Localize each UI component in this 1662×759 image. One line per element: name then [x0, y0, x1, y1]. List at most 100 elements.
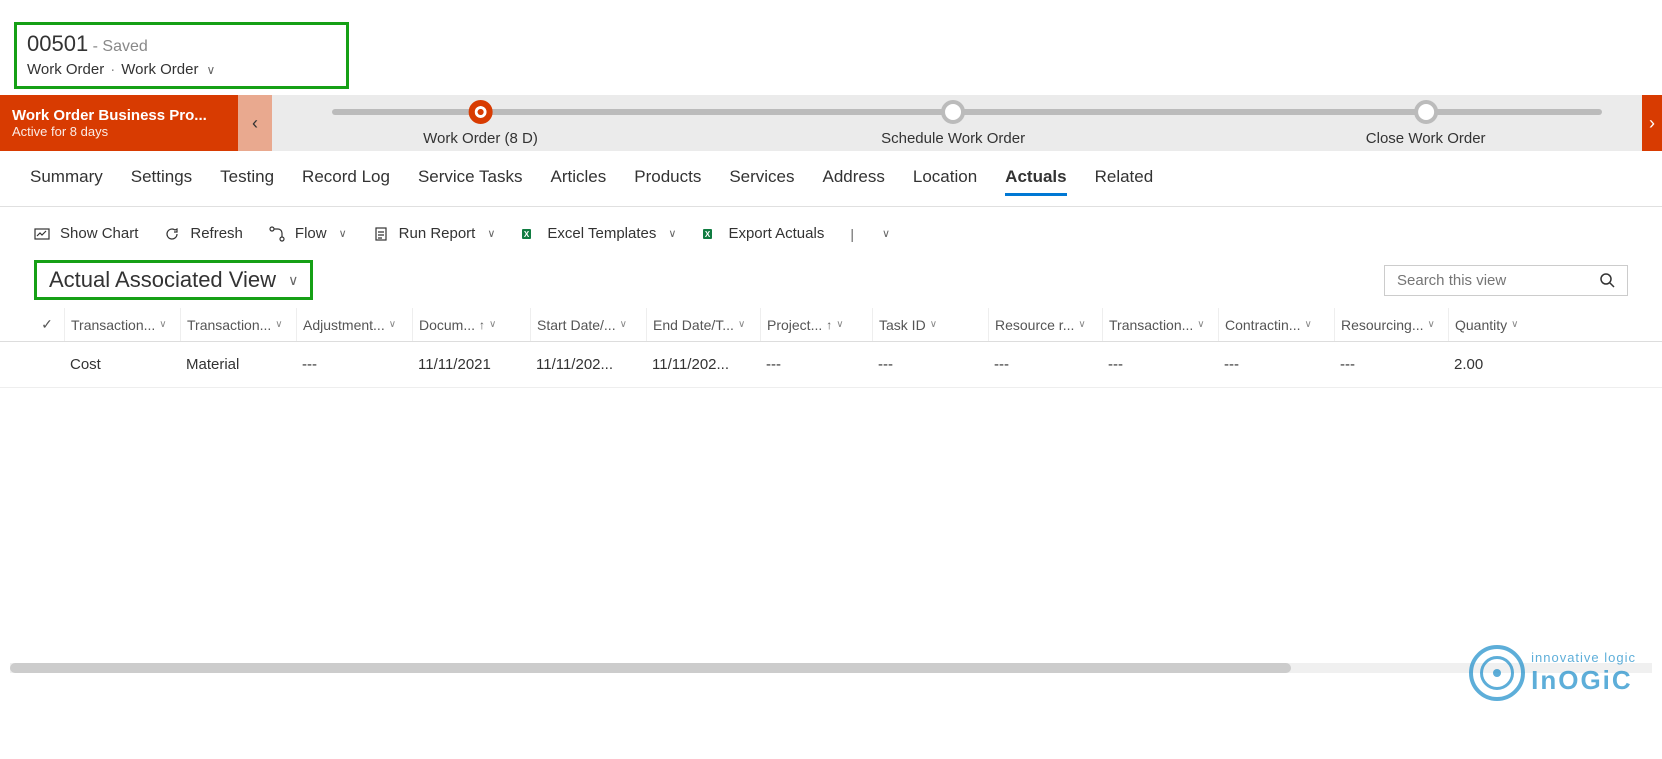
tab-service-tasks[interactable]: Service Tasks — [418, 167, 523, 196]
chevron-down-icon: ∨ — [487, 227, 495, 240]
column-header[interactable]: Project... ↑ ∨ — [760, 308, 872, 341]
column-label: Resource r... — [995, 317, 1074, 333]
overflow-button[interactable]: ∨ — [880, 227, 890, 240]
column-header[interactable]: Resource r... ∨ — [988, 308, 1102, 341]
sort-indicator: ↑ — [826, 318, 832, 332]
cell: 11/11/2021 — [412, 342, 530, 387]
row-selector[interactable] — [30, 342, 64, 387]
scrollbar-thumb[interactable] — [10, 663, 1291, 673]
bpf-stage-label: Close Work Order — [1366, 130, 1486, 147]
export-actuals-label: Export Actuals — [728, 225, 824, 242]
column-label: Transaction... — [1109, 317, 1193, 333]
tab-location[interactable]: Location — [913, 167, 977, 196]
excel-templates-button[interactable]: X Excel Templates ∨ — [521, 225, 676, 242]
chevron-down-icon: ∨ — [738, 319, 745, 330]
cell: 2.00 — [1448, 342, 1540, 387]
column-header[interactable]: Start Date/... ∨ — [530, 308, 646, 341]
column-label: Transaction... — [187, 317, 271, 333]
column-label: Docum... — [419, 317, 475, 333]
column-label: Transaction... — [71, 317, 155, 333]
chevron-down-icon[interactable]: ∨ — [206, 63, 215, 77]
column-label: Quantity — [1455, 317, 1507, 333]
run-report-label: Run Report — [399, 225, 476, 242]
search-input[interactable] — [1397, 272, 1599, 289]
tab-articles[interactable]: Articles — [551, 167, 607, 196]
business-process-flow: Work Order Business Pro... Active for 8 … — [0, 95, 1662, 151]
inogic-logo: innovative logic InOGiC — [1469, 645, 1636, 701]
column-label: Resourcing... — [1341, 317, 1423, 333]
excel-templates-label: Excel Templates — [547, 225, 656, 242]
column-label: Project... — [767, 317, 822, 333]
cell: --- — [1334, 342, 1448, 387]
flow-button[interactable]: Flow ∨ — [269, 225, 347, 242]
column-header[interactable]: Task ID ∨ — [872, 308, 988, 341]
tab-record-log[interactable]: Record Log — [302, 167, 390, 196]
column-header[interactable]: Transaction... ∨ — [64, 308, 180, 341]
bpf-stage-label: Work Order (8 D) — [423, 130, 538, 147]
saved-status: - Saved — [93, 38, 148, 55]
bpf-header[interactable]: Work Order Business Pro... Active for 8 … — [0, 95, 238, 151]
chevron-down-icon: ∨ — [489, 319, 496, 330]
results-grid: ✓Transaction... ∨Transaction... ∨Adjustm… — [0, 308, 1662, 388]
search-view[interactable] — [1384, 265, 1628, 296]
horizontal-scrollbar[interactable] — [10, 663, 1652, 673]
column-header[interactable]: Transaction... ∨ — [180, 308, 296, 341]
cell: 11/11/202... — [530, 342, 646, 387]
tab-services[interactable]: Services — [729, 167, 794, 196]
column-header[interactable]: Resourcing... ∨ — [1334, 308, 1448, 341]
cell: --- — [988, 342, 1102, 387]
tab-related[interactable]: Related — [1095, 167, 1154, 196]
column-header[interactable]: Transaction... ∨ — [1102, 308, 1218, 341]
tab-address[interactable]: Address — [823, 167, 885, 196]
bpf-next-button[interactable]: › — [1642, 95, 1662, 151]
cell: --- — [872, 342, 988, 387]
column-label: Adjustment... — [303, 317, 385, 333]
sort-indicator: ↑ — [479, 318, 485, 332]
column-label: Contractin... — [1225, 317, 1300, 333]
bpf-prev-button[interactable]: ‹ — [238, 95, 272, 151]
excel-icon: X — [702, 226, 718, 242]
show-chart-label: Show Chart — [60, 225, 138, 242]
column-header[interactable]: Contractin... ∨ — [1218, 308, 1334, 341]
view-selector[interactable]: Actual Associated View ∨ — [34, 260, 313, 300]
bpf-name: Work Order Business Pro... — [12, 107, 226, 124]
refresh-button[interactable]: Refresh — [164, 225, 243, 242]
tab-testing[interactable]: Testing — [220, 167, 274, 196]
bpf-stages: Work Order (8 D) Schedule Work Order Close… — [272, 95, 1662, 151]
column-header[interactable]: Adjustment... ∨ — [296, 308, 412, 341]
bpf-stage[interactable]: Close Work Order — [1366, 100, 1486, 147]
tab-settings[interactable]: Settings — [131, 167, 192, 196]
record-header: 00501 - Saved Work Order · Work Order ∨ — [14, 22, 349, 89]
chevron-down-icon: ∨ — [836, 319, 843, 330]
form-selector[interactable]: Work Order — [121, 61, 198, 78]
tab-products[interactable]: Products — [634, 167, 701, 196]
flow-icon — [269, 226, 285, 242]
bpf-stage[interactable]: Schedule Work Order — [881, 100, 1025, 147]
bpf-status: Active for 8 days — [12, 124, 226, 139]
bpf-stage-circle — [941, 100, 965, 124]
excel-icon: X — [521, 226, 537, 242]
chart-icon — [34, 226, 50, 242]
tab-summary[interactable]: Summary — [30, 167, 103, 196]
cell: --- — [296, 342, 412, 387]
logo-icon — [1469, 645, 1525, 701]
column-header[interactable]: Quantity ∨ — [1448, 308, 1540, 341]
show-chart-button[interactable]: Show Chart — [34, 225, 138, 242]
chevron-down-icon: ∨ — [1511, 319, 1518, 330]
tab-actuals[interactable]: Actuals — [1005, 167, 1066, 196]
chevron-down-icon: ∨ — [1078, 319, 1085, 330]
run-report-button[interactable]: Run Report ∨ — [373, 225, 496, 242]
bpf-stage[interactable]: Work Order (8 D) — [423, 100, 538, 147]
svg-text:X: X — [524, 230, 530, 239]
column-header[interactable]: End Date/T... ∨ — [646, 308, 760, 341]
export-actuals-button[interactable]: X Export Actuals — [702, 225, 824, 242]
column-header[interactable]: Docum... ↑ ∨ — [412, 308, 530, 341]
refresh-label: Refresh — [190, 225, 243, 242]
select-all-checkbox[interactable]: ✓ — [30, 308, 64, 341]
column-label: Start Date/... — [537, 317, 616, 333]
view-name: Actual Associated View — [49, 267, 276, 293]
chevron-down-icon: ∨ — [288, 272, 298, 289]
table-row[interactable]: CostMaterial---11/11/202111/11/202...11/… — [0, 342, 1662, 388]
column-label: Task ID — [879, 317, 926, 333]
cell: 11/11/202... — [646, 342, 760, 387]
